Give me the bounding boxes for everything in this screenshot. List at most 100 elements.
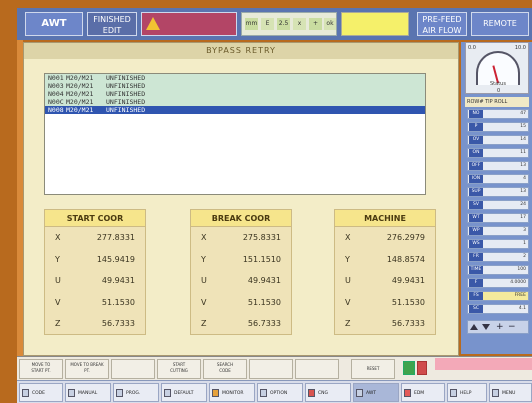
param-row-sv: SV 24 [467,200,529,210]
minus-icon[interactable]: − [508,322,516,332]
list-item-col2: M20/M21 [66,82,94,90]
default-button[interactable]: DEFAULT [161,383,207,402]
monitor-icon [212,388,219,397]
reset-button[interactable]: RESET [351,359,395,379]
warning-button[interactable] [141,12,237,36]
axis-value: 276.2979 [386,233,425,242]
gauge-min-label: 0.0 [468,45,476,51]
break-coor-row-y: Y 151.1510 [191,249,291,271]
list-item[interactable]: N00C M20/M21 UNFINISHED [45,98,425,106]
button-label: PROG. [126,391,141,396]
help-button[interactable]: HELP [447,383,487,402]
param-value: 17 [520,215,526,220]
list-item-col1: N00C [48,98,64,106]
param-row-fs: FS FREE [467,291,529,301]
axis-label: Y [345,254,350,264]
scroll-up-icon[interactable] [470,324,478,330]
button-line2: CUTTING [170,368,188,373]
axis-label: V [345,297,351,307]
prog-button[interactable]: PROG. [113,383,159,402]
awt-button[interactable]: AWT [353,383,399,402]
start-coor-row-u: U 49.9431 [45,270,145,292]
edm-button[interactable]: EDM [401,383,445,402]
top-status-bar: AWT FINISHED EDIT mm E 2.5 x + ok PRE-FE… [17,8,532,40]
list-item-col3: UNFINISHED [106,82,146,90]
status-icons-group: mm E 2.5 x + ok [241,12,337,36]
mode-button[interactable]: AWT [25,12,83,36]
list-item[interactable]: N003 M20/M21 UNFINISHED [45,82,425,90]
list-item-col1: N008 [48,106,64,114]
empty-function-key[interactable] [295,359,339,379]
param-row-no: NO 47 [467,109,529,119]
start-cutting-button[interactable]: START CUTTING [157,359,201,379]
axis-value: 56.7333 [101,319,135,328]
edm-icon [404,388,411,397]
monitor-button[interactable]: MONITOR [209,383,255,402]
param-value: 11 [520,150,526,155]
param-row-wp: WP 3 [467,226,529,236]
axis-value: 56.7333 [391,319,425,328]
machine-panel: MACHINE X 276.2979 Y 148.8574 U 49.9431 V 51… [334,209,436,335]
window-title: BYPASS RETRY [24,43,458,59]
param-row-f: F 4.0000 [467,278,529,288]
function-key-bar: MOVE TO START PT. MOVE TO BREAK PT. START C… [17,356,532,380]
break-coor-row-v: V 51.1530 [191,292,291,314]
move-to-start-button[interactable]: MOVE TO START PT. [19,359,63,379]
button-label: EDM [414,391,425,396]
cng-icon [308,388,315,397]
pre-feed-button[interactable]: PRE-FEED AIR FLOW [417,12,467,36]
green-status-icon[interactable] [403,361,415,375]
axis-label: Y [55,254,60,264]
param-key: WS [469,240,483,248]
list-item[interactable]: N001 M20/M21 UNFINISHED [45,74,425,82]
button-label: MONITOR [222,391,244,396]
axis-label: U [201,276,207,285]
status-icon-2: E [261,18,274,30]
list-item-col2: M20/M21 [66,90,94,98]
param-row-sc: SC 4.1 [467,304,529,314]
list-item-col1: N003 [48,82,64,90]
param-key: WP [469,227,483,235]
list-item-col2: M20/M21 [66,74,94,82]
list-item-selected[interactable]: N008 M20/M21 UNFINISHED [45,106,425,114]
empty-function-key[interactable] [249,359,293,379]
param-value: 4.1 [518,306,526,311]
list-item-col1: N004 [48,90,64,98]
empty-function-key[interactable] [111,359,155,379]
axis-value: 56.7333 [247,319,281,328]
search-code-button[interactable]: SEARCH CODE [203,359,247,379]
retry-list[interactable]: N001 M20/M21 UNFINISHED N003 M20/M21 UNFINIS… [44,73,426,195]
machine-row-u: U 49.9431 [335,270,435,292]
param-key: P [469,123,483,131]
list-item-col2: M20/M21 [66,98,94,106]
scroll-down-icon[interactable] [482,324,490,330]
param-row-wt: WT 17 [467,213,529,223]
red-status-icon[interactable] [417,361,427,375]
param-key: SUP [469,188,483,196]
button-line2: PT. [84,368,90,373]
axis-label: V [201,297,207,307]
status-icon-4: x [293,18,306,30]
option-button[interactable]: OPTION [257,383,303,402]
plus-icon[interactable]: + [496,322,504,332]
help-icon [450,388,457,397]
list-item[interactable]: N004 M20/M21 UNFINISHED [45,90,425,98]
menu-button[interactable]: MENU [489,383,532,402]
cng-button[interactable]: CNG [305,383,351,402]
code-button[interactable]: CODE [19,383,63,402]
menu-icon [492,388,499,397]
manual-icon [68,388,75,397]
param-value: 24 [520,202,526,207]
axis-label: Z [55,319,61,328]
break-coor-title: BREAK COOR [191,210,291,227]
param-key: NO [469,110,483,118]
axis-label: V [55,297,61,307]
param-row-on: ON 11 [467,148,529,158]
machine-row-v: V 51.1530 [335,292,435,314]
move-to-break-button[interactable]: MOVE TO BREAK PT. [65,359,109,379]
button-label: OPTION [270,391,288,396]
break-coor-row-x: X 275.8331 [191,227,291,249]
list-item-col3: UNFINISHED [106,106,146,114]
remote-button[interactable]: REMOTE [471,12,529,36]
manual-button[interactable]: MANUAL [65,383,111,402]
